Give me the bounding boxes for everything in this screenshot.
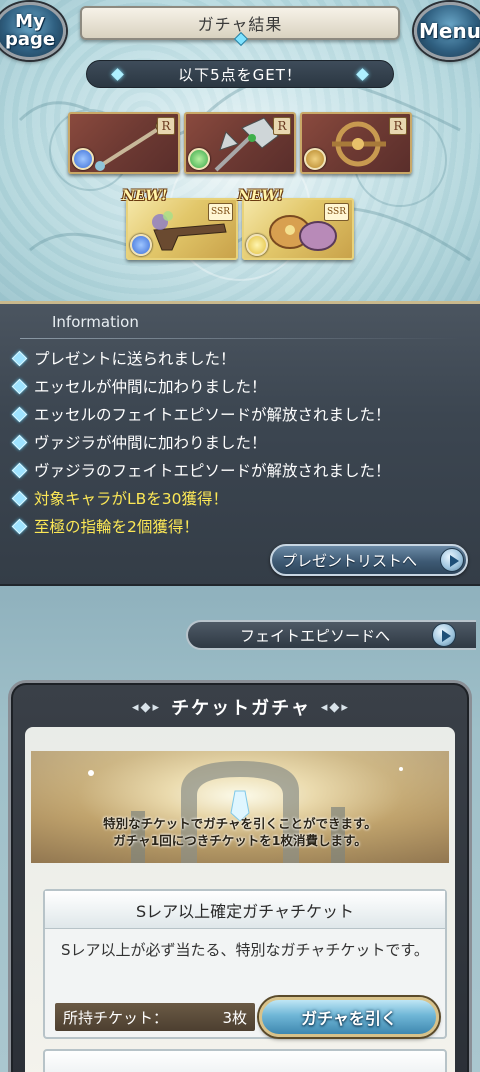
ticket-banner-image: 特別なチケットでガチャを引くことができます。 ガチャ1回につきチケットを1枚消費… [31,751,449,863]
get-banner-text: 以下5点をGET！ [178,65,302,84]
owned-ticket-row: 所持チケット： 3枚 [55,1003,255,1031]
fate-episode-label: フェイトエピソードへ [240,626,391,645]
diamond-icon [111,68,124,81]
fate-episode-button[interactable]: フェイトエピソードへ [186,620,476,650]
next-ticket-card [43,1049,447,1072]
ticket-gacha-header: ◂◆▸ チケットガチャ ◂◆▸ [31,687,451,727]
ticket-banner-text: 特別なチケットでガチャを引くことができます。 ガチャ1回につきチケットを1枚消費… [31,815,449,849]
ticket-card-title: Sレア以上確定ガチャチケット [45,891,445,929]
mypage-label: My page [5,11,56,50]
list-item: ヴァジラのフェイトエピソードが解放されました！ [11,456,474,484]
info-line: エッセルのフェイトエピソードが解放されました！ [34,406,391,424]
list-item: 至極の指輪を2個獲得！ [11,512,474,540]
owned-ticket-label: 所持チケット： [63,1008,169,1027]
wind-element-icon [188,148,210,170]
arrow-right-icon [432,623,456,647]
diamond-icon [11,434,28,450]
information-list: プレゼントに送られました！ エッセルが仲間に加わりました！ エッセルのフェイトエ… [11,344,474,540]
ticket-banner-line: 特別なチケットでガチャを引くことができます。 [103,816,377,831]
item-card-gun[interactable]: SSR [126,198,238,260]
diamond-icon [356,68,369,81]
info-line: ヴァジラが仲間に加わりました！ [34,434,267,452]
ornament-right-icon: ◂◆▸ [320,699,350,715]
item-card-gauntlet[interactable]: SSR [242,198,354,260]
light-element-icon [246,234,268,256]
information-panel: Information プレゼントに送られました！ エッセルが仲間に加わりました… [0,304,480,586]
list-item: プレゼントに送られました！ [11,344,474,372]
info-line: ヴァジラのフェイトエピソードが解放されました！ [34,462,391,480]
ticket-card: Sレア以上確定ガチャチケット Sレア以上が必ず当たる、特別なガチャチケットです。… [43,889,447,1039]
rarity-badge: R [273,117,291,135]
ticket-gacha-panel: ◂◆▸ チケットガチャ ◂◆▸ 特別なチケットでガチャを引くことができます。 ガ… [8,680,472,1072]
item-card-axe[interactable]: R [184,112,296,174]
ticket-gacha-body: 特別なチケットでガチャを引くことができます。 ガチャ1回につきチケットを1枚消費… [25,727,455,1072]
present-list-button[interactable]: プレゼントリストへ [270,544,468,576]
get-banner: 以下5点をGET！ [86,60,394,88]
diamond-icon [11,378,28,394]
information-title: Information [52,313,139,331]
diamond-icon [11,350,28,366]
diamond-icon [11,490,28,506]
menu-label: Menu [419,19,480,43]
water-element-icon [130,234,152,256]
draw-gacha-label: ガチャを引く [301,1009,397,1028]
ticket-gacha-title: チケットガチャ [171,698,311,719]
rarity-badge: SSR [324,203,349,221]
divider [20,338,460,339]
list-item: ヴァジラが仲間に加わりました！ [11,428,474,456]
list-item: エッセルが仲間に加わりました！ [11,372,474,400]
gacha-result-area: My page ガチャ結果 Menu 以下5点をGET！ R R R SSR N… [0,0,480,304]
menu-button[interactable]: Menu [414,2,480,60]
diamond-icon [11,406,28,422]
info-line-highlight: 至極の指輪を2個獲得！ [34,518,199,536]
rarity-badge: R [389,117,407,135]
rarity-badge: R [157,117,175,135]
ticket-card-description: Sレア以上が必ず当たる、特別なガチャチケットです。 [61,941,429,959]
item-card-crossbow[interactable]: R [300,112,412,174]
info-line: プレゼントに送られました！ [34,350,236,368]
diamond-icon [11,462,28,478]
draw-gacha-button[interactable]: ガチャを引く [259,997,439,1037]
ornament-left-icon: ◂◆▸ [132,699,162,715]
arrow-right-icon [440,548,464,572]
water-element-icon [72,148,94,170]
list-item: 対象キャラがLBを30獲得！ [11,484,474,512]
owned-ticket-count: 3枚 [222,1008,247,1027]
new-tag: NEW! [238,188,284,204]
info-line: エッセルが仲間に加わりました！ [34,378,267,396]
new-tag: NEW! [122,188,168,204]
lower-area: フェイトエピソードへ ◂◆▸ チケットガチャ ◂◆▸ 特別なチケットでガチャを引… [0,586,480,1072]
diamond-icon [11,518,28,534]
list-item: エッセルのフェイトエピソードが解放されました！ [11,400,474,428]
info-line-highlight: 対象キャラがLBを30獲得！ [34,490,228,508]
ticket-banner-line: ガチャ1回につきチケットを1枚消費します。 [113,833,367,848]
present-list-label: プレゼントリストへ [282,551,418,570]
earth-element-icon [304,148,326,170]
rarity-badge: SSR [208,203,233,221]
item-card-staff[interactable]: R [68,112,180,174]
